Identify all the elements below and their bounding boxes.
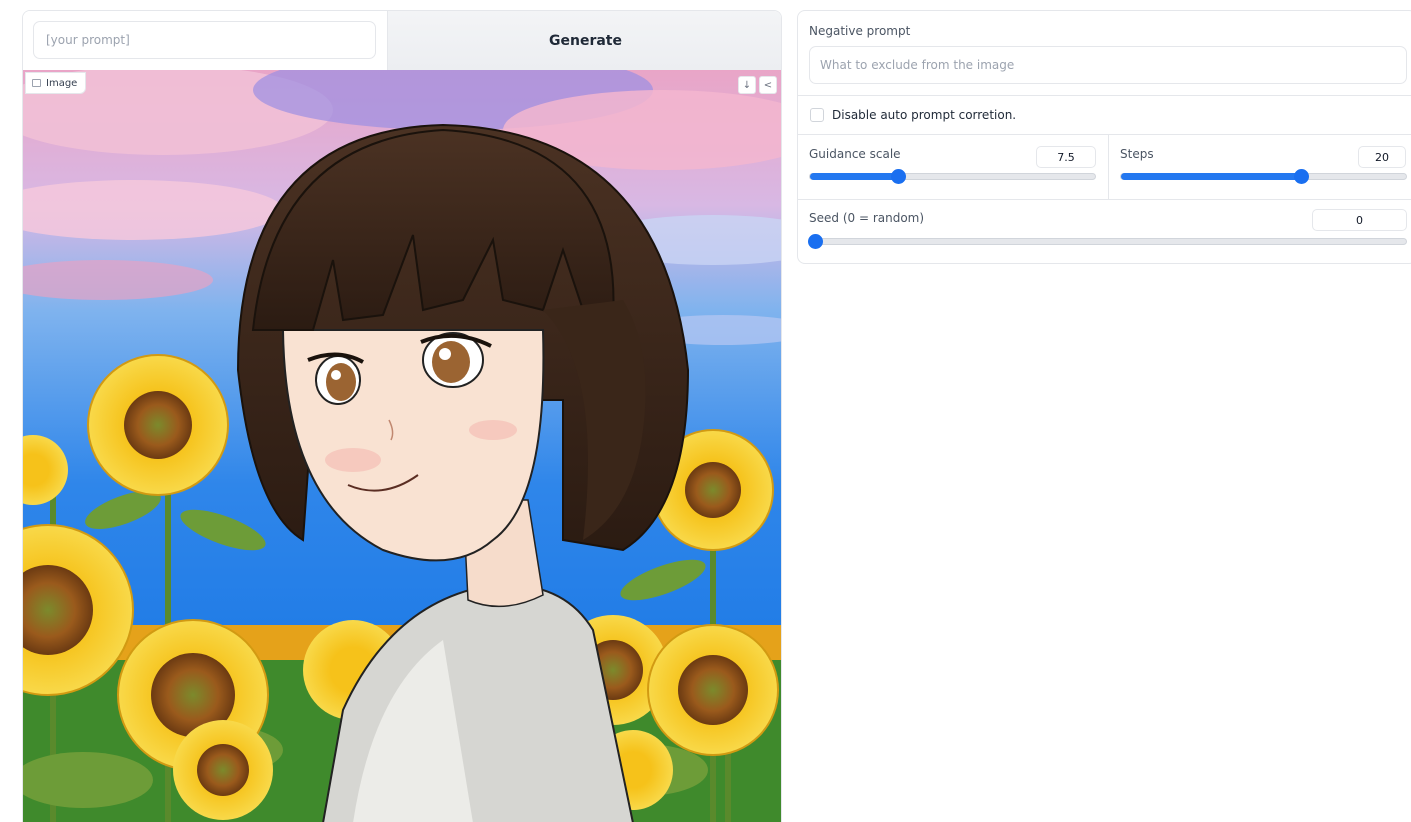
auto-correct-checkbox[interactable]	[810, 108, 824, 122]
download-icon[interactable]: ↓	[738, 76, 756, 94]
generated-image-output: Image ↓ <	[23, 70, 781, 822]
image-icon	[32, 79, 41, 87]
image-toolbar: ↓ <	[738, 76, 777, 94]
auto-correct-row: Disable auto prompt corretion.	[798, 96, 1411, 135]
share-icon[interactable]: <	[759, 76, 777, 94]
seed-number[interactable]: 0	[1312, 209, 1407, 231]
generated-image	[23, 70, 781, 822]
steps-fill	[1121, 173, 1301, 180]
guidance-scale-number[interactable]: 7.5	[1036, 146, 1096, 168]
negative-prompt-label: Negative prompt	[809, 24, 911, 38]
steps-label: Steps	[1120, 147, 1154, 161]
generate-button[interactable]: Generate	[387, 11, 781, 70]
seed-thumb[interactable]	[808, 234, 823, 249]
generation-panel: Generate	[22, 10, 782, 822]
prompt-input[interactable]	[33, 21, 376, 59]
negative-prompt-block: Negative prompt	[798, 11, 1411, 96]
guidance-scale-control: Guidance scale 7.5	[798, 135, 1109, 200]
steps-number[interactable]: 20	[1358, 146, 1406, 168]
image-label: Image	[25, 72, 87, 94]
seed-control: Seed (0 = random) 0	[798, 200, 1411, 263]
settings-panel: Negative prompt Disable auto prompt corr…	[797, 10, 1411, 264]
seed-slider[interactable]	[808, 234, 1407, 249]
auto-correct-label: Disable auto prompt corretion.	[832, 108, 1017, 122]
guidance-scale-thumb[interactable]	[891, 169, 907, 184]
steps-control: Steps 20	[1109, 135, 1411, 200]
seed-label: Seed (0 = random)	[809, 211, 925, 225]
guidance-scale-fill	[810, 173, 899, 180]
guidance-scale-label: Guidance scale	[809, 147, 901, 161]
negative-prompt-input[interactable]	[809, 46, 1407, 84]
guidance-scale-slider[interactable]	[809, 169, 1096, 184]
image-label-text: Image	[46, 77, 78, 89]
prompt-row: Generate	[23, 11, 781, 70]
sliders-row: Guidance scale 7.5 Steps 20	[798, 135, 1411, 200]
steps-slider[interactable]	[1120, 169, 1407, 184]
steps-thumb[interactable]	[1293, 169, 1309, 184]
